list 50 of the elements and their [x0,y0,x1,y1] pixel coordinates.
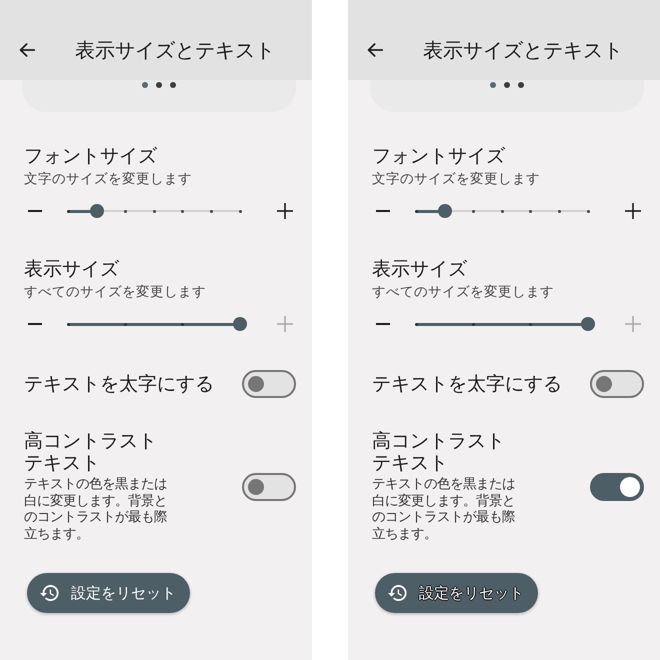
setting-title: 表示サイズ [24,257,120,281]
reset-button[interactable]: 設定をリセット [375,573,538,614]
tick-dot-icon [529,322,532,326]
toggle-switch[interactable] [590,370,644,398]
setting-title: 表示サイズ [372,257,468,281]
setting-title: 高コントラストテキスト [24,430,158,474]
reset-button[interactable]: 設定をリセット [27,573,190,614]
tick-dot-icon [529,210,532,212]
setting-subtitle: 文字のサイズを変更します [372,170,541,188]
back-arrow-icon[interactable] [367,43,383,57]
setting-title: 高コントラストテキスト [372,430,506,474]
back-arrow-icon[interactable] [19,43,35,57]
tick-dot-icon [586,210,590,212]
setting-description: テキストの色を黒または白に変更します。背景とのコントラストが最も際立ちます。 [24,477,168,544]
setting-subtitle: すべてのサイズを変更します [24,283,207,301]
tick-dot-icon [210,210,213,212]
tick-dot-icon [66,322,70,326]
screen-title: 表示サイズとテキスト [75,37,275,64]
setting-title: テキストを太字にする [372,373,562,395]
setting-title: フォントサイズ [372,144,506,168]
plus-icon[interactable] [277,203,293,219]
tick-dot-icon [66,210,70,212]
history-icon [40,585,59,602]
setting-title: テキストを太字にする [24,373,214,395]
toggle-switch[interactable] [242,472,296,501]
slider-thumb[interactable] [233,317,247,331]
slider-thumb[interactable] [581,317,595,331]
setting-subtitle: 文字のサイズを変更します [24,170,193,188]
tick-dot-icon [238,210,242,212]
history-icon [388,585,407,602]
setting-subtitle: すべてのサイズを変更します [372,283,555,301]
tick-dot-icon [500,210,504,212]
tick-dot-icon [472,322,475,326]
tick-dot-icon [558,210,561,212]
tick-dot-icon [181,210,184,212]
tick-dot-icon [414,322,418,326]
toggle-switch[interactable] [242,370,296,398]
slider-thumb[interactable] [90,204,104,218]
toggle-switch[interactable] [590,472,644,501]
tick-dot-icon [472,210,475,212]
slider-thumb[interactable] [438,204,452,218]
tick-dot-icon [414,210,418,212]
tick-dot-icon [181,322,184,326]
plus-icon[interactable] [625,203,641,219]
tick-dot-icon [152,210,156,212]
tick-dot-icon [124,322,127,326]
setting-title: フォントサイズ [24,144,158,168]
tick-dot-icon [124,210,127,212]
setting-description: テキストの色を黒または白に変更します。背景とのコントラストが最も際立ちます。 [372,477,516,544]
screen-title: 表示サイズとテキスト [423,37,623,64]
